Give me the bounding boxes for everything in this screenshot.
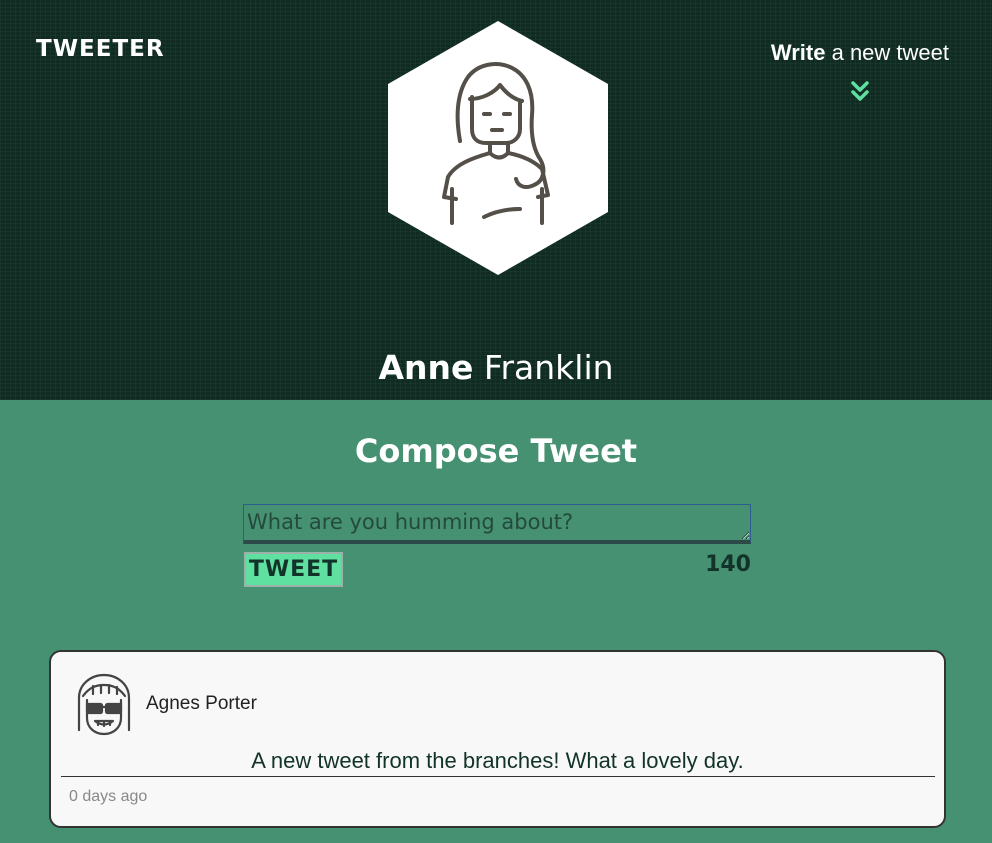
brand-logo[interactable]: TWEETER (36, 36, 165, 62)
tweet-submit-button[interactable]: TWEET (244, 552, 343, 587)
tweet-card: Agnes Porter A new tweet from the branch… (49, 650, 946, 828)
profile-last-name: Franklin (483, 348, 614, 387)
write-bold-label: Write (770, 40, 826, 65)
profile-header: TWEETER Write a new tweet Anne Franklin (0, 0, 992, 400)
profile-name: Anne Franklin (0, 348, 992, 387)
tweet-text: A new tweet from the branches! What a lo… (251, 748, 744, 773)
double-chevron-down-icon[interactable] (849, 80, 871, 104)
girl-sunglasses-avatar-icon (75, 672, 133, 738)
profile-avatar (386, 19, 610, 277)
tweet-author-name[interactable]: Agnes Porter (146, 693, 257, 715)
profile-first-name: Anne (378, 348, 474, 387)
write-rest-label: a new tweet (831, 40, 949, 65)
tweet-textarea[interactable] (243, 504, 751, 544)
tweet-timestamp: 0 days ago (69, 788, 148, 805)
write-new-tweet-link[interactable]: Write a new tweet (771, 40, 949, 66)
character-counter: 140 (705, 552, 751, 577)
tweet-divider (61, 776, 935, 777)
compose-title: Compose Tweet (354, 432, 638, 470)
